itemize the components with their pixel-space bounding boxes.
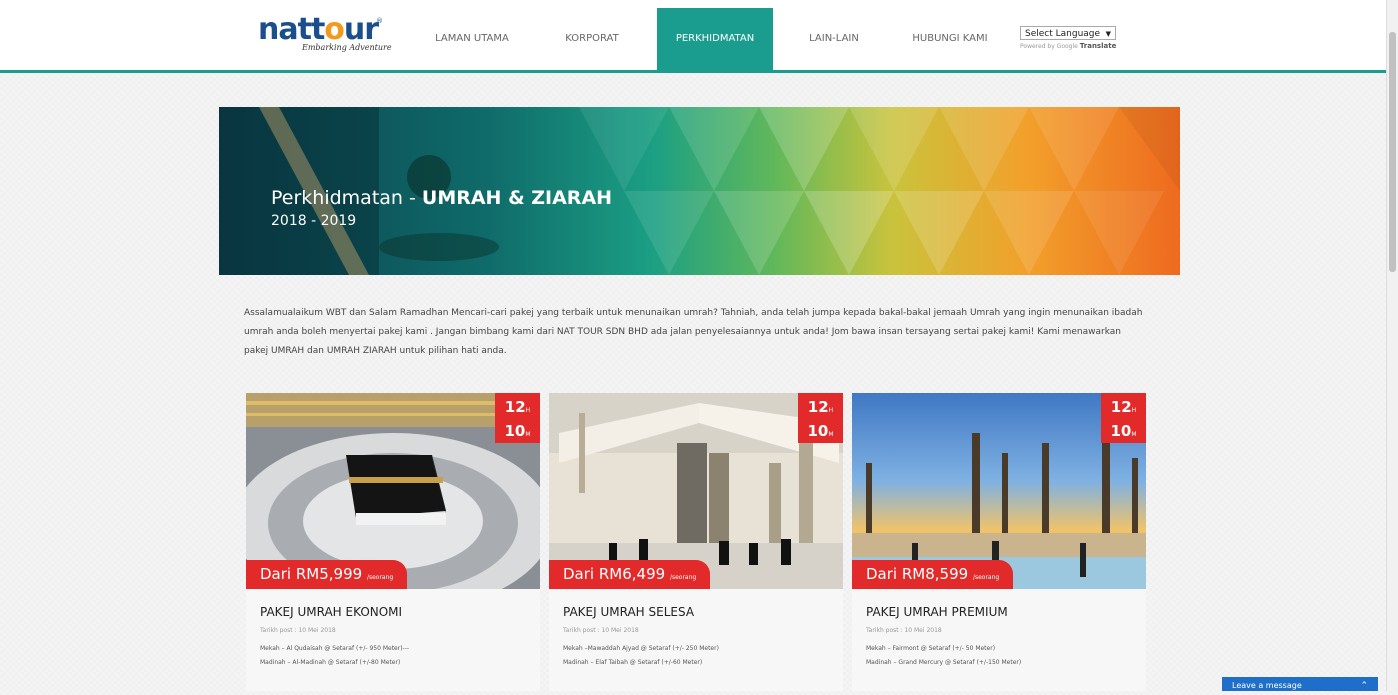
google-translate-credit: Powered by Google Translate: [1020, 42, 1117, 50]
package-title[interactable]: PAKEJ UMRAH SELESA: [563, 605, 694, 619]
page-scrollbar[interactable]: [1386, 0, 1398, 691]
package-card-ekonomi[interactable]: 12H 10M Dari RM5,999 /seorang PAKEJ UMRAH…: [246, 393, 540, 691]
site-header: nattour ® Embarking Adventure LAMAN UTAM…: [0, 0, 1387, 73]
logo-tagline: Embarking Adventure: [302, 43, 392, 52]
chevron-down-icon: ▼: [1105, 30, 1111, 38]
language-select[interactable]: Select Language ▼: [1020, 26, 1116, 40]
package-details: PAKEJ UMRAH EKONOMI Tarikh post : 10 Mei…: [246, 589, 540, 691]
nav-item-lain-lain[interactable]: LAIN-LAIN: [782, 8, 886, 70]
package-title[interactable]: PAKEJ UMRAH EKONOMI: [260, 605, 402, 619]
logo-wordmark: nattour: [258, 12, 379, 47]
package-card-selesa[interactable]: 12H 10M Dari RM6,499 /seorang PAKEJ UMRAH…: [549, 393, 843, 691]
nav-item-perkhidmatan[interactable]: PERKHIDMATAN: [657, 8, 773, 70]
hero-banner: Perkhidmatan - UMRAH & ZIARAH 2018 - 201…: [219, 107, 1180, 275]
package-hotel-mekah: Mekah –Mawaddah Ajyad @ Setaraf (+/- 250…: [563, 645, 719, 652]
leave-message-label: Leave a message: [1232, 681, 1302, 690]
duration-badge: 12H 10M: [495, 393, 540, 443]
google-translate-link[interactable]: Translate: [1080, 42, 1117, 50]
package-image-kaaba: 12H 10M Dari RM5,999 /seorang: [246, 393, 540, 589]
duration-badge: 12H 10M: [1101, 393, 1146, 443]
package-hotel-madinah: Madinah – Al-Madinah @ Setaraf (+/-80 Me…: [260, 659, 401, 666]
hero-title: Perkhidmatan - UMRAH & ZIARAH: [271, 187, 613, 209]
nav-item-hubungi-kami[interactable]: HUBUNGI KAMI: [898, 8, 1002, 70]
package-details: PAKEJ UMRAH SELESA Tarikh post : 10 Mei …: [549, 589, 843, 691]
package-date: Tarikh post : 10 Mei 2018: [866, 627, 942, 634]
package-hotel-mekah: Mekah – Al Qudaisah @ Setaraf (+/- 950 M…: [260, 645, 410, 652]
package-details: PAKEJ UMRAH PREMIUM Tarikh post : 10 Mei…: [852, 589, 1146, 691]
scrollbar-thumb[interactable]: [1389, 32, 1396, 272]
package-hotel-mekah: Mekah – Fairmont @ Setaraf (+/- 50 Meter…: [866, 645, 996, 652]
package-date: Tarikh post : 10 Mei 2018: [260, 627, 336, 634]
logo-registered-mark: ®: [376, 17, 383, 25]
package-hotel-madinah: Madinah – Elaf Taibah @ Setaraf (+/-60 M…: [563, 659, 703, 666]
package-hotel-madinah: Madinah – Grand Mercury @ Setaraf (+/-15…: [866, 659, 1022, 666]
duration-badge: 12H 10M: [798, 393, 843, 443]
leave-message-tab[interactable]: Leave a message ⌃: [1222, 677, 1378, 691]
nattour-logo[interactable]: nattour ® Embarking Adventure: [258, 13, 398, 55]
package-card-premium[interactable]: 12H 10M Dari RM8,599 /seorang PAKEJ UMRAH…: [852, 393, 1146, 691]
language-select-value: Select Language: [1025, 29, 1101, 39]
chevron-up-icon: ⌃: [1360, 681, 1368, 691]
nav-item-laman-utama[interactable]: LAMAN UTAMA: [420, 8, 524, 70]
nav-item-korporat[interactable]: KORPORAT: [540, 8, 644, 70]
price-tag: Dari RM5,999 /seorang: [246, 560, 408, 589]
intro-paragraph: Assalamualaikum WBT dan Salam Ramadhan M…: [244, 308, 1143, 356]
package-date: Tarikh post : 10 Mei 2018: [563, 627, 639, 634]
price-tag: Dari RM8,599 /seorang: [852, 560, 1014, 589]
package-image-nabawi-umbrellas: 12H 10M Dari RM6,499 /seorang: [549, 393, 843, 589]
hero-years: 2018 - 2019: [271, 213, 357, 229]
package-title[interactable]: PAKEJ UMRAH PREMIUM: [866, 605, 1008, 619]
price-tag: Dari RM6,499 /seorang: [549, 560, 711, 589]
package-image-mosque-sunset: 12H 10M Dari RM8,599 /seorang: [852, 393, 1146, 589]
